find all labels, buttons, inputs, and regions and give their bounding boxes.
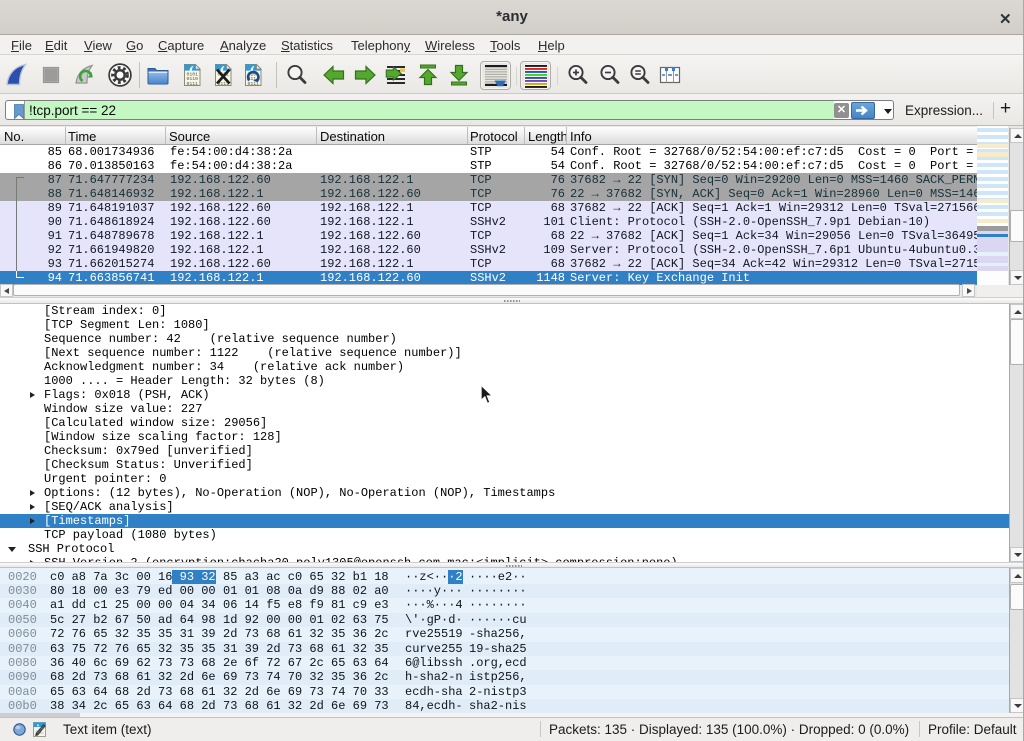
svg-text:0111: 0111 <box>187 81 199 87</box>
